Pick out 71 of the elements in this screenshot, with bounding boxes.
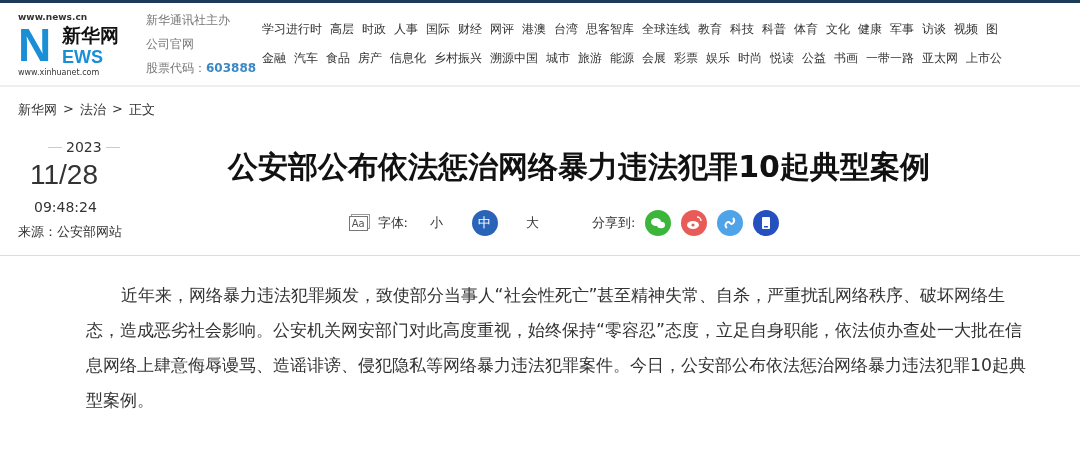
nav-link[interactable]: 彩票 <box>674 50 698 67</box>
article-paragraph: 近年来，网络暴力违法犯罪频发，致使部分当事人“社会性死亡”甚至精神失常、自杀，严重扰乱网络秩序、破坏网络生态，造成恶劣社会影响。公安机关网安部门对此高度重视，始终保持“零容忍”态度，立足自身职能，依法侦办查处一大批在信息网络上肆意侮辱谩骂、造谣诽谤、侵犯隐私等网络暴力违法犯罪案件。今日，公安部公布依法惩治网络暴力违法犯罪10起典型案例。 <box>86 284 1027 412</box>
nav-link[interactable]: 金融 <box>262 50 286 67</box>
nav-link[interactable]: 学习进行时 <box>262 21 322 38</box>
nav-link[interactable]: 文化 <box>826 21 850 38</box>
nav-link[interactable]: 旅游 <box>578 50 602 67</box>
nav-link[interactable]: 能源 <box>610 50 634 67</box>
nav-link[interactable]: 军事 <box>890 21 914 38</box>
nav-link[interactable]: 娱乐 <box>706 50 730 67</box>
font-size-option[interactable]: 小 <box>424 210 450 236</box>
nav-link[interactable]: 书画 <box>834 50 858 67</box>
weibo-share-icon[interactable] <box>681 210 708 236</box>
breadcrumb-separator: > <box>63 101 74 118</box>
nav-link[interactable]: 财经 <box>458 21 482 38</box>
nav-link[interactable]: 教育 <box>698 21 722 38</box>
logo-url: www.xinhuanet.com <box>18 67 101 78</box>
font-size-option[interactable]: 大 <box>520 210 546 236</box>
wechat-share-icon[interactable] <box>645 210 672 236</box>
nav-link[interactable]: 视频 <box>954 21 978 38</box>
stock-code: 603888 <box>206 60 257 75</box>
link-share-icon[interactable] <box>717 210 744 236</box>
nav-link[interactable]: 科技 <box>730 21 754 38</box>
share-label: 分享到: <box>592 214 636 232</box>
nav-link[interactable]: 汽车 <box>294 50 318 67</box>
nav-link[interactable]: 房产 <box>358 50 382 67</box>
breadcrumb-link[interactable]: 法治 <box>79 101 106 119</box>
font-size-option[interactable]: 中 <box>472 210 498 236</box>
logo-brand: 新华网 <box>62 23 121 47</box>
nav-link[interactable]: 信息化 <box>390 50 426 67</box>
nav-link[interactable]: 国际 <box>426 21 450 38</box>
font-size-label: 字体: <box>377 214 408 232</box>
logo-word: EWS <box>62 47 105 67</box>
nav-link[interactable]: 时政 <box>362 21 386 38</box>
logo-letter: N <box>18 23 52 67</box>
nav-link[interactable]: 乡村振兴 <box>434 50 482 67</box>
font-size-icon: Aa <box>348 215 368 231</box>
nav-link[interactable]: 科普 <box>762 21 786 38</box>
logo-url: www.news.cn <box>18 12 89 23</box>
breadcrumb-link[interactable]: 正文 <box>128 101 155 119</box>
nav-link[interactable]: 体育 <box>794 21 818 38</box>
nav-link[interactable]: 图 <box>986 21 998 38</box>
article-title: 公安部公布依法惩治网络暴力违法犯罪10起典型案例 <box>228 148 930 186</box>
nav-link[interactable]: 全球连线 <box>642 21 690 38</box>
nav-link[interactable]: 亚太网 <box>922 50 958 67</box>
sponsor-text: 公司官网 <box>146 35 195 53</box>
nav-link[interactable]: 高层 <box>330 21 354 38</box>
nav-link[interactable]: 健康 <box>858 21 882 38</box>
source-text: 来源：公安部网站 <box>18 223 123 241</box>
phone-share-icon[interactable] <box>753 210 780 236</box>
date-day: 11/28 <box>30 159 188 191</box>
nav-link[interactable]: 网评 <box>490 21 514 38</box>
nav-link[interactable]: 人事 <box>394 21 418 38</box>
nav-link[interactable]: 台湾 <box>554 21 578 38</box>
date-time: 09:48:24 <box>34 199 98 215</box>
nav-link[interactable]: 访谈 <box>922 21 946 38</box>
nav-link[interactable]: 一带一路 <box>866 50 914 67</box>
date-year: 2023 <box>48 139 188 155</box>
nav-link[interactable]: 城市 <box>546 50 570 67</box>
nav-link[interactable]: 溯源中国 <box>490 50 538 67</box>
nav-link[interactable]: 公益 <box>802 50 826 67</box>
breadcrumb-separator: > <box>111 101 123 118</box>
nav-link[interactable]: 港澳 <box>522 21 546 38</box>
nav-link[interactable]: 悦读 <box>770 50 794 67</box>
nav-link[interactable]: 会展 <box>642 50 666 67</box>
nav-link[interactable]: 上市公 <box>966 50 1002 67</box>
nav-link[interactable]: 时尚 <box>738 50 762 67</box>
breadcrumb-link[interactable]: 新华网 <box>18 101 57 119</box>
stock-label: 股票代码： <box>146 60 206 75</box>
nav-link[interactable]: 思客智库 <box>586 21 634 38</box>
nav-link[interactable]: 食品 <box>326 50 350 67</box>
sponsor-text: 新华通讯社主办 <box>146 11 231 29</box>
